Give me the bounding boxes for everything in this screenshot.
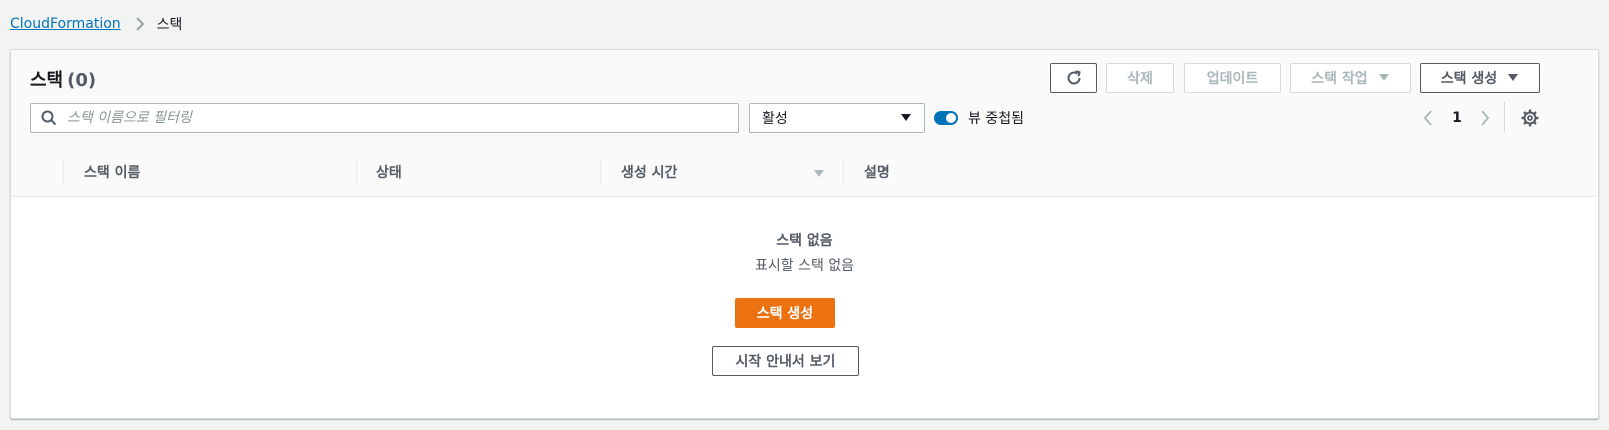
table-header [11,147,1598,196]
column-header-stack-name[interactable]: 스택 이름 [84,162,140,182]
column-header-description[interactable]: 설명 [864,162,890,182]
breadcrumb-link-cloudformation[interactable]: CloudFormation [10,16,121,32]
chevron-right-icon [1480,110,1490,126]
breadcrumb-current: 스택 [156,17,183,33]
page-title: 스택 (0) [30,66,96,92]
status-filter-select[interactable]: 활성 [749,103,925,133]
caret-down-icon [1378,73,1390,83]
column-divider [63,160,64,184]
preferences-button[interactable] [1519,108,1541,128]
column-header-status[interactable]: 상태 [376,162,402,182]
chevron-left-icon [1423,110,1433,126]
refresh-button[interactable] [1050,63,1097,93]
pager-divider [1504,102,1505,132]
nested-view-label: 뷰 중첩됨 [968,111,1024,127]
empty-state-subtitle: 표시할 스택 없음 [754,258,855,274]
update-button[interactable]: 업데이트 [1184,63,1281,93]
create-stack-dropdown[interactable]: 스택 생성 [1420,63,1540,93]
column-divider [600,160,601,184]
stack-count: (0) [67,70,97,91]
column-divider [843,160,844,184]
next-page-button[interactable] [1476,108,1494,128]
prev-page-button[interactable] [1419,108,1437,128]
search-input[interactable] [65,104,738,132]
current-page: 1 [1452,110,1462,126]
view-getting-started-button[interactable]: 시작 안내서 보기 [712,346,859,376]
caret-down-icon [900,113,912,123]
page-number[interactable]: 1 [1447,108,1467,128]
column-header-creation-time[interactable]: 생성 시간 [621,162,677,182]
breadcrumb: CloudFormation 스택 [10,14,182,34]
sort-descending-icon[interactable] [813,167,825,183]
stack-actions-label: 스택 작업 [1311,71,1368,87]
search-icon [41,110,57,126]
chevron-right-icon [135,17,145,31]
empty-state-title: 스택 없음 [776,233,833,249]
gear-icon [1521,109,1539,127]
refresh-icon [1065,69,1083,87]
toggle-knob [946,113,956,123]
update-button-label: 업데이트 [1206,71,1259,87]
delete-button[interactable]: 삭제 [1106,63,1174,93]
delete-button-label: 삭제 [1127,71,1153,87]
create-stack-label: 스택 생성 [1440,71,1498,87]
nested-view-toggle[interactable]: 뷰 중첩됨 [934,107,1024,129]
column-divider [356,160,357,184]
stacks-panel: 스택 (0) 삭제 업데이트 스택 작업 스택 생성 스택 이름으로 필터링 활… [10,49,1599,419]
status-filter-value: 활성 [762,111,788,127]
toggle-switch[interactable] [934,111,958,125]
stack-actions-dropdown[interactable]: 스택 작업 [1290,63,1411,93]
search-box [30,103,739,133]
create-stack-button[interactable]: 스택 생성 [735,298,835,328]
page-title-label: 스택 [30,70,64,91]
caret-down-icon [1507,73,1519,83]
